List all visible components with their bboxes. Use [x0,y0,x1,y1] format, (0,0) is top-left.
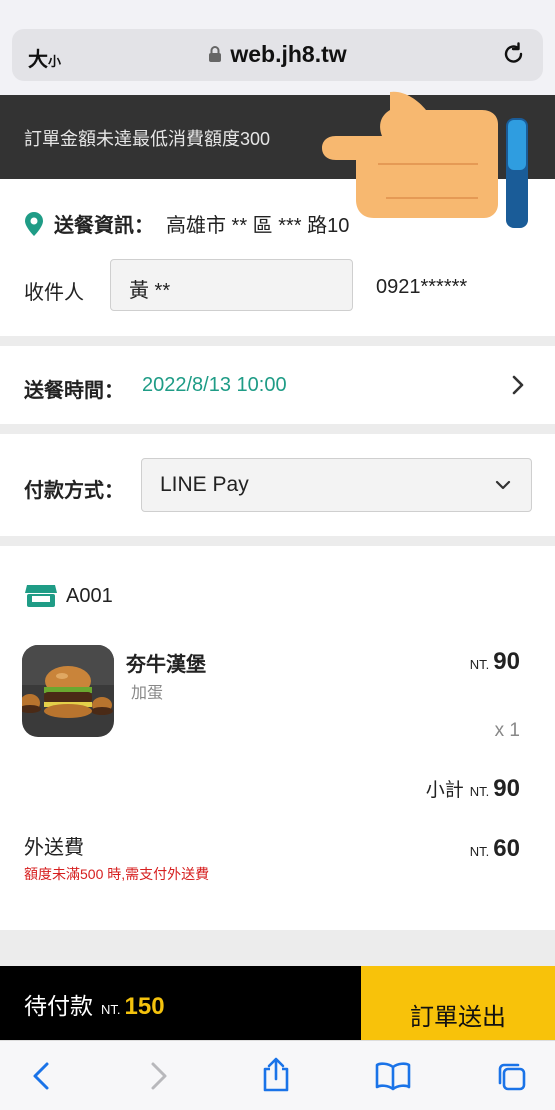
order-card: A001 夯牛漢堡 加蛋 NT. 90 x 1 小計 NT. 90 外送費 額度未滿5… [0,546,555,930]
delivery-fee-note: 額度未滿500 時,需支付外送費 [24,866,210,882]
reload-icon[interactable] [501,41,527,67]
receiver-name-field[interactable]: 黃 ** [110,259,353,311]
payment-selected-value: LINE Pay [160,473,249,496]
bookmarks-icon[interactable] [374,1061,412,1091]
fee-value: 60 [493,835,520,862]
item-name: 夯牛漢堡 [126,654,206,676]
subtotal-currency: NT. [469,784,490,799]
chevron-down-icon [495,480,511,490]
item-option: 加蛋 [131,685,164,702]
browser-top-bar: 大小 web.jh8.tw [0,0,555,95]
pending-label: 待付款 [24,993,93,1019]
location-pin-icon [25,211,43,236]
delivery-time-label: 送餐時間： [24,380,124,402]
burger-image [22,645,114,737]
item-quantity: x 1 [494,720,520,741]
share-icon[interactable] [260,1057,292,1093]
delivery-time-row[interactable]: 送餐時間： 2022/8/13 10:00 [0,346,555,424]
store-header: A001 [24,584,113,608]
url-display[interactable]: web.jh8.tw [12,41,543,68]
total-currency: NT. [101,1002,121,1017]
receiver-phone: 0921****** [376,276,468,298]
store-icon [25,585,57,607]
delivery-fee: NT. 60 [470,835,520,863]
delivery-address-row: 送餐資訊： 高雄市 ** 區 *** 路10 [24,209,349,238]
receiver-label: 收件人 [24,282,84,304]
fee-currency: NT. [469,844,490,859]
back-icon[interactable] [30,1061,52,1091]
submit-order-button[interactable]: 訂單送出 [361,966,555,1040]
store-id: A001 [66,584,113,607]
delivery-label: 送餐資訊： [54,215,154,237]
checkout-bar: 待付款 NT. 150 訂單送出 [0,966,555,1040]
total-amount: 150 [124,993,165,1020]
chevron-right-icon [512,375,524,395]
url-text: web.jh8.tw [230,41,347,67]
pointing-hand-icon [322,91,528,228]
address-bar[interactable]: 大小 web.jh8.tw [12,29,543,81]
tabs-icon[interactable] [496,1061,528,1093]
lock-icon [209,45,222,62]
safari-toolbar [0,1040,555,1110]
payment-method-select[interactable]: LINE Pay [141,458,532,512]
delivery-fee-label: 外送費 [24,837,84,859]
item-currency: NT. [469,657,490,672]
payment-label: 付款方式： [24,480,124,502]
delivery-time-value: 2022/8/13 10:00 [142,374,287,396]
pending-total: 待付款 NT. 150 [0,966,361,1040]
item-price-value: 90 [493,648,520,675]
item-price: NT. 90 [470,648,520,676]
payment-card: 付款方式： LINE Pay [0,434,555,536]
subtotal: 小計 NT. 90 [426,775,520,803]
subtotal-value: 90 [493,775,520,802]
subtotal-label: 小計 [425,780,464,801]
forward-icon[interactable] [148,1061,170,1091]
toast-message: 訂單金額未達最低消費額度300 [24,129,271,149]
